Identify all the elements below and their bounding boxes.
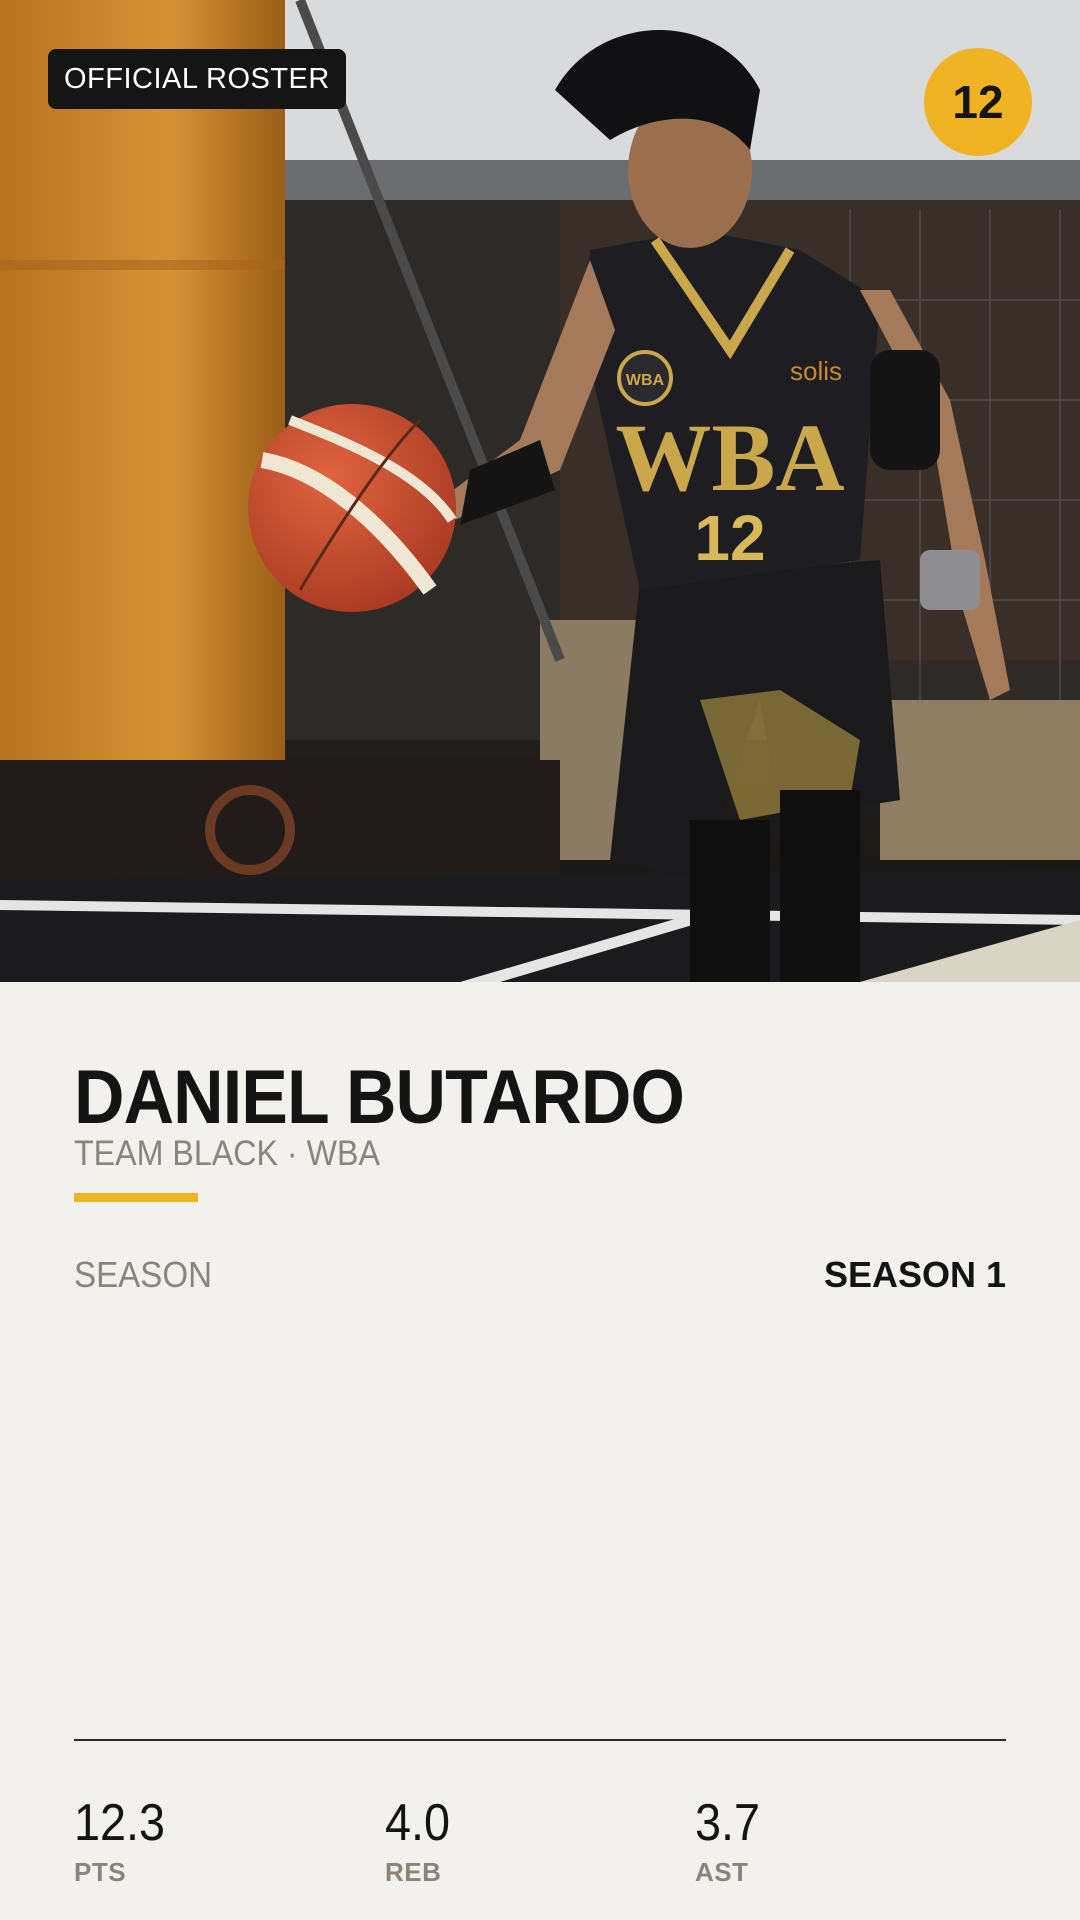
player-photo-illustration: WBA 12 WBA solis <box>0 0 1080 982</box>
stat-value: 3.7 <box>695 1794 761 1852</box>
stat-label: AST <box>695 1857 749 1887</box>
player-photo: WBA 12 WBA solis OFFICIAL ROSTER 12 <box>0 0 1080 982</box>
stat-points: 12.3 PTS <box>74 1797 175 1885</box>
stat-value: 4.0 <box>385 1794 451 1852</box>
basketball-icon <box>248 404 457 612</box>
jersey-number: 12 <box>694 502 765 574</box>
season-value[interactable]: SEASON 1 <box>824 1257 1006 1293</box>
jersey-number-badge: 12 <box>924 48 1032 156</box>
player-name: DANIEL BUTARDO <box>74 1055 685 1140</box>
stat-label: PTS <box>74 1857 127 1887</box>
season-label: SEASON <box>74 1254 213 1295</box>
accent-divider <box>74 1193 198 1202</box>
stat-label: REB <box>385 1857 442 1887</box>
team-line: TEAM BLACK · WBA <box>74 1134 380 1173</box>
jersey-sponsor: solis <box>790 356 842 386</box>
stat-rebounds: 4.0 REB <box>385 1797 457 1885</box>
stat-value: 12.3 <box>74 1794 166 1852</box>
stat-assists: 3.7 AST <box>695 1797 767 1885</box>
jersey-badge-text: WBA <box>626 372 665 389</box>
official-roster-label: OFFICIAL ROSTER <box>48 49 346 109</box>
jersey-text: WBA <box>615 404 844 511</box>
stats-divider <box>74 1739 1006 1741</box>
